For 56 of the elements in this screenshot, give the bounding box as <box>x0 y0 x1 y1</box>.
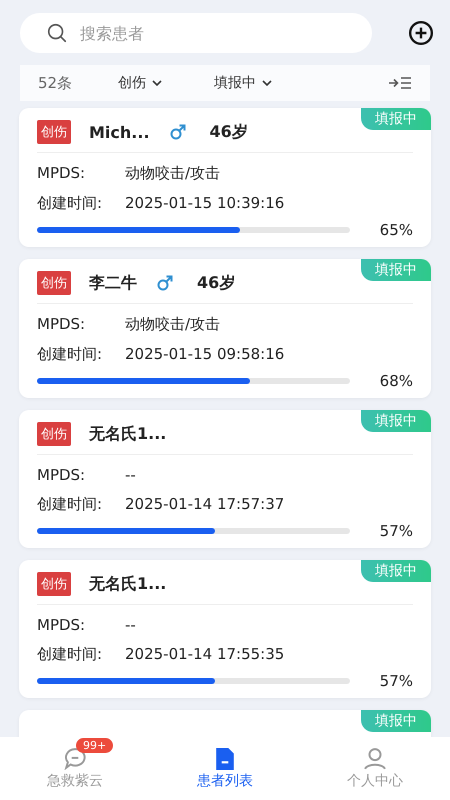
progress-percent: 68% <box>380 372 413 390</box>
created-time-label: 创建时间: <box>37 345 104 364</box>
tab-item[interactable]: 患者列表 <box>150 737 300 800</box>
status-badge: 填报中 <box>361 710 431 732</box>
status-filter[interactable]: 填报中 <box>214 74 272 92</box>
chevron-down-icon <box>152 80 162 86</box>
collapse-list-icon[interactable] <box>388 76 412 90</box>
created-time: 2025-01-15 10:39:16 <box>125 194 284 213</box>
add-icon[interactable] <box>408 20 434 46</box>
category-tag: 创伤 <box>37 422 71 446</box>
category-tag: 创伤 <box>37 572 71 596</box>
progress-percent: 57% <box>380 672 413 690</box>
patient-name: 无名氏1... <box>89 574 166 594</box>
patient-card[interactable]: 填报中 创伤 Mich... 46岁 MPDS: 动物咬击/攻击 创建时间: 2025-01-15 10:39:16 65% <box>19 108 431 247</box>
created-time-label: 创建时间: <box>37 495 104 514</box>
patient-name: Mich... <box>89 122 150 142</box>
status-badge: 填报中 <box>361 259 431 281</box>
progress-percent: 57% <box>380 522 413 540</box>
unread-badge: 99+ <box>76 738 114 752</box>
search-field[interactable]: 搜索患者 <box>20 13 372 53</box>
document-icon <box>216 748 234 770</box>
patient-card[interactable]: 填报中 创伤 无名氏1... MPDS: -- 创建时间: 2025-01-14 17:55:35 57% <box>19 560 431 698</box>
status-badge: 填报中 <box>361 108 431 130</box>
search-icon <box>46 22 68 44</box>
progress-percent: 65% <box>380 221 413 239</box>
type-filter[interactable]: 创伤 <box>118 74 162 92</box>
male-icon <box>157 275 173 291</box>
mpds-label: MPDS: <box>37 164 86 183</box>
created-time-label: 创建时间: <box>37 645 104 664</box>
category-tag: 创伤 <box>37 120 71 144</box>
person-icon <box>364 748 386 770</box>
mpds-label: MPDS: <box>37 616 86 634</box>
patient-name: 李二牛 <box>89 272 137 294</box>
patient-card[interactable]: 填报中 创伤 无名氏1... MPDS: -- 创建时间: 2025-01-14 17:57:37 57% <box>19 410 431 548</box>
record-count: 52条 <box>38 74 74 92</box>
mpds-value: 动物咬击/攻击 <box>125 315 220 334</box>
chevron-down-icon <box>262 80 272 86</box>
mpds-value: -- <box>125 616 136 634</box>
patient-card[interactable]: 填报中 创伤 李二牛 46岁 MPDS: 动物咬击/攻击 创建时间: 2025-01-15 09:58:16 68% <box>19 259 431 398</box>
patient-name: 无名氏1... <box>89 424 166 444</box>
patient-age: 46岁 <box>197 272 236 294</box>
created-time-label: 创建时间: <box>37 194 104 213</box>
tab-item[interactable]: 99+ 急救紫云 <box>0 737 150 800</box>
status-badge: 填报中 <box>361 560 431 582</box>
category-tag: 创伤 <box>37 271 71 295</box>
created-time: 2025-01-14 17:57:37 <box>125 495 284 514</box>
mpds-label: MPDS: <box>37 315 86 334</box>
chat-icon <box>64 748 86 770</box>
status-badge: 填报中 <box>361 410 431 432</box>
male-icon <box>170 124 186 140</box>
patient-age: 46岁 <box>210 122 248 142</box>
created-time: 2025-01-14 17:55:35 <box>125 645 284 664</box>
mpds-value: -- <box>125 466 136 484</box>
mpds-value: 动物咬击/攻击 <box>125 164 220 183</box>
created-time: 2025-01-15 09:58:16 <box>125 345 284 364</box>
mpds-label: MPDS: <box>37 466 86 484</box>
